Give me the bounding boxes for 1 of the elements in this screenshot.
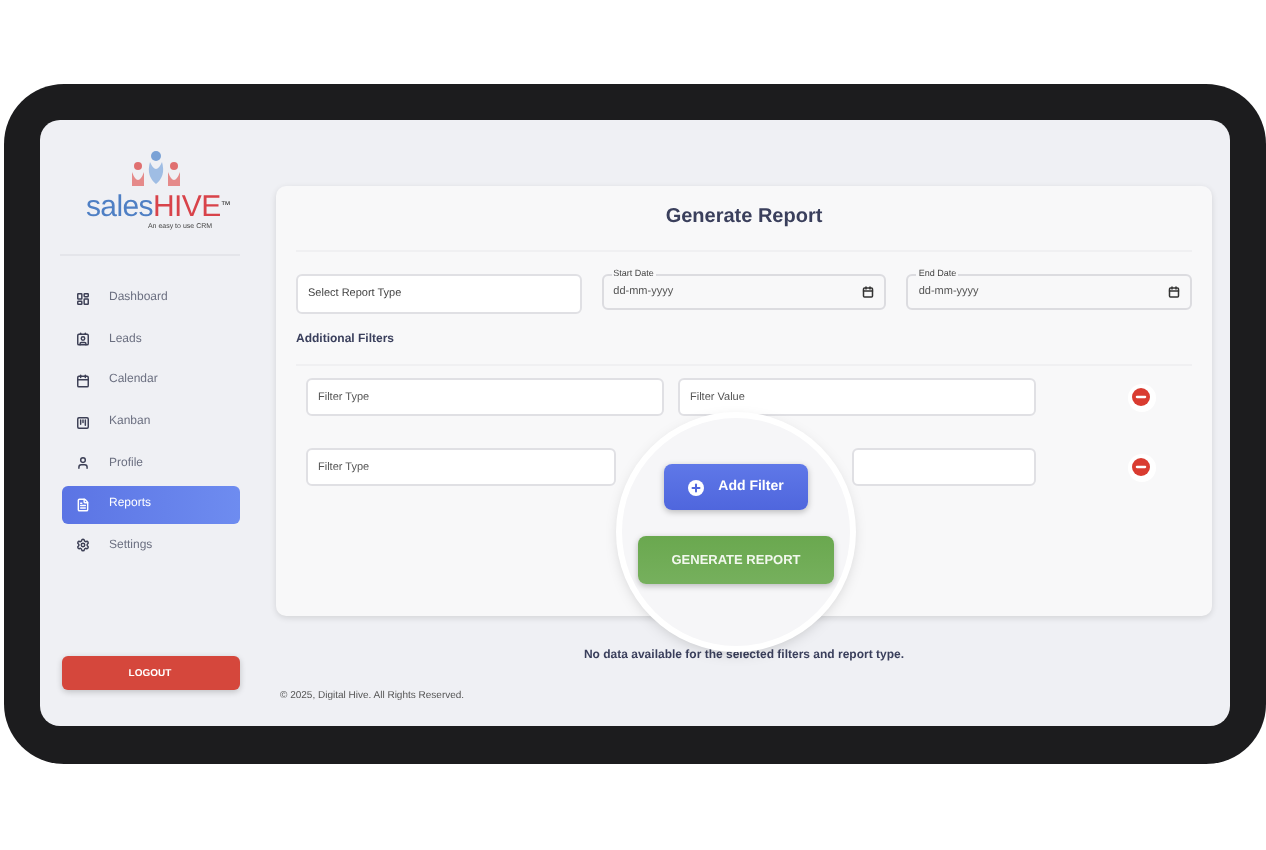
- card-title: Generate Report: [296, 206, 1192, 252]
